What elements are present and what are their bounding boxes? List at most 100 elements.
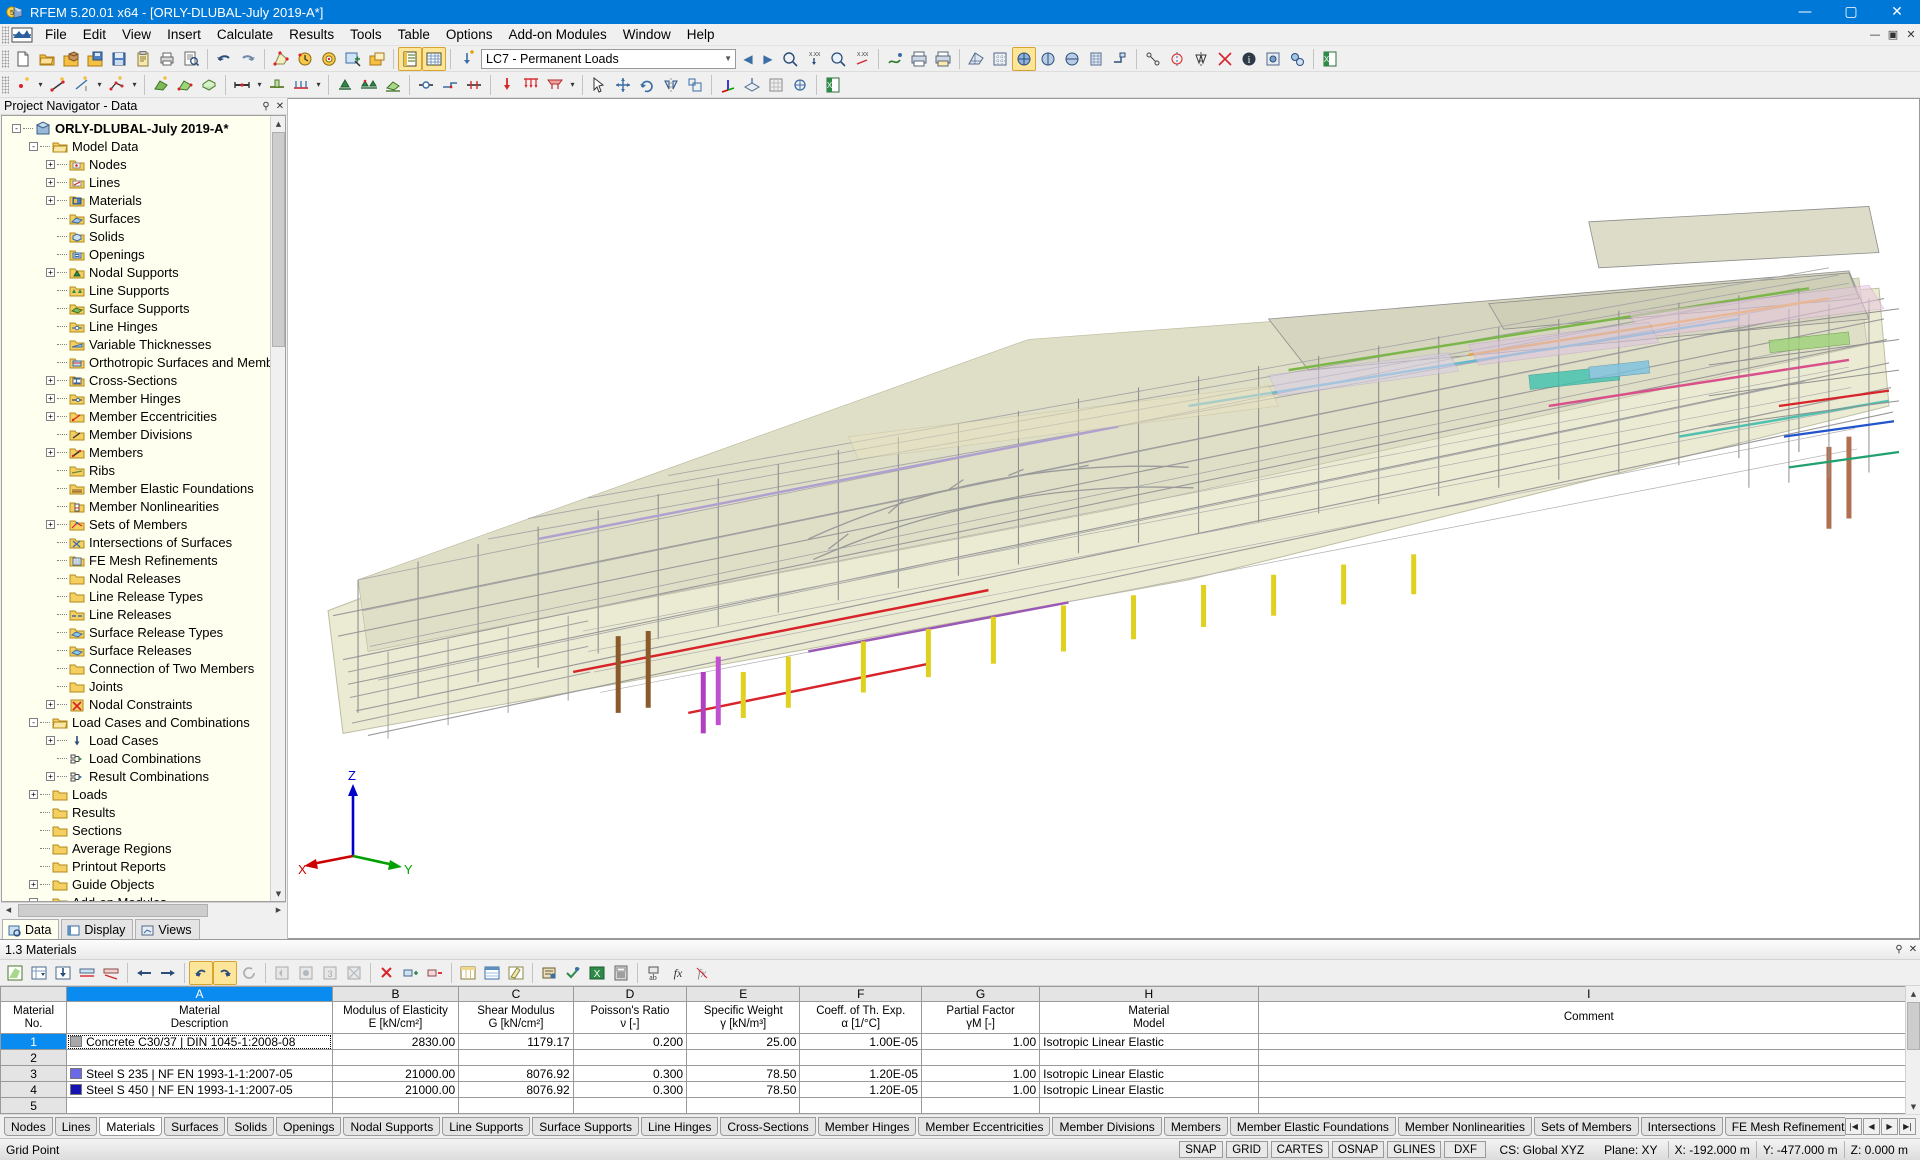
tree-item-add-on-modules[interactable]: - Add-on Modules [4,893,285,901]
previous-load-case-button[interactable]: ◀ [738,47,758,71]
row-number-cell[interactable]: 3 [0,1065,68,1082]
column-letter-A[interactable]: A [66,986,333,1002]
print-selection-icon[interactable] [931,47,955,71]
scroll-thumb[interactable] [272,132,285,347]
print-preview-icon[interactable] [179,47,203,71]
tree-expand-toggle[interactable]: + [46,159,55,169]
open-folder-icon[interactable] [35,47,59,71]
numeric-cell-E[interactable]: 21000.00 [331,1065,460,1082]
sheet-tab-intersections[interactable]: Intersections [1640,1117,1723,1136]
intersect-icon[interactable] [1213,47,1237,71]
grid-scroll-down-button[interactable]: ▼ [1906,1099,1920,1114]
tree-expand-toggle[interactable]: + [46,393,55,403]
delete-row-icon[interactable] [423,961,447,985]
visibility-icon[interactable] [1261,47,1285,71]
table-row-icon[interactable] [75,961,99,985]
menu-item-tools[interactable]: Tools [342,25,390,44]
zoom-surface-icon[interactable] [826,47,850,71]
h-scroll-thumb[interactable] [18,903,208,917]
mesh-grid-icon[interactable] [988,47,1012,71]
scroll-up-button[interactable]: ▲ [271,116,285,131]
cell-model[interactable] [1039,1049,1259,1066]
tree-item-nodes[interactable]: + Nodes [4,155,285,173]
next-icon[interactable]: 3 [318,961,342,985]
sheet-tab-sets-of-members[interactable]: Sets of Members [1533,1117,1639,1136]
tree-item-surfaces[interactable]: Surfaces [4,209,285,227]
column-letter-rownum[interactable] [0,986,68,1002]
check-icon[interactable] [561,961,585,985]
work-plane-icon[interactable] [740,73,764,97]
navigator-tab-data[interactable]: Data [2,919,60,939]
tree-item-nodal-constraints[interactable]: + Nodal Constraints [4,695,285,713]
menu-item-edit[interactable]: Edit [75,25,114,44]
tree-item-ribs[interactable]: Ribs [4,461,285,479]
new-node-dropdown[interactable]: ▾ [35,73,46,97]
undo-icon[interactable] [212,47,236,71]
cell-comment[interactable] [1257,1081,1920,1098]
tree-item-nodal-releases[interactable]: Nodal Releases [4,569,285,587]
tree-item-model-data[interactable]: - Model Data [4,137,285,155]
sheet-tab-nodes[interactable]: Nodes [4,1117,53,1136]
table-row[interactable]: 5 [0,1097,1920,1114]
sheet-first-button[interactable]: |◀ [1845,1118,1862,1135]
new-load-dropdown[interactable]: ▾ [567,73,578,97]
navigator-tree-container[interactable]: - ORLY-DLUBAL-July 2019-A* - Model Data + Nod… [1,115,286,902]
menu-item-calculate[interactable]: Calculate [209,25,281,44]
new-window-icon[interactable] [365,47,389,71]
calculate-icon[interactable] [1012,46,1036,71]
numeric-cell-E[interactable] [331,1097,460,1114]
sheet-tab-member-hinges[interactable]: Member Hinges [817,1117,917,1136]
delete-all-icon[interactable] [375,961,399,985]
numeric-cell-gammaM[interactable]: 1.00 [921,1081,1041,1098]
first-icon[interactable] [270,961,294,985]
info-icon[interactable]: i [1237,47,1261,71]
tree-item-surface-release-types[interactable]: Surface Release Types [4,623,285,641]
numeric-cell-gamma[interactable]: 25.00 [686,1033,801,1050]
numeric-cell-gammaM[interactable] [921,1097,1041,1114]
table-close-icon[interactable]: ✕ [1906,942,1920,958]
new-surface-node-icon[interactable] [173,73,197,97]
grid-icon[interactable] [480,961,504,985]
edit-cell-icon[interactable] [504,961,528,985]
column-letter-B[interactable]: B [331,986,460,1002]
undo-icon[interactable] [189,960,213,985]
ab-icon[interactable]: ab [642,961,666,985]
last-icon[interactable] [342,961,366,985]
tree-item-orly-dlubal-july-2019-a[interactable]: - ORLY-DLUBAL-July 2019-A* [4,119,285,137]
select-objects-icon[interactable] [587,73,611,97]
deformation-icon[interactable] [317,47,341,71]
menu-item-table[interactable]: Table [390,25,438,44]
tree-item-surface-releases[interactable]: Surface Releases [4,641,285,659]
new-dimension-icon[interactable]: I [70,73,94,97]
tree-expand-toggle[interactable]: + [46,519,55,529]
model-viewport[interactable]: Z X Y [288,98,1920,939]
mdi-restore-button[interactable]: ▣ [1884,26,1902,44]
grid-settings-icon[interactable] [764,73,788,97]
new-rib-icon[interactable] [265,73,289,97]
tree-expand-toggle[interactable]: + [29,789,38,799]
numeric-cell-alpha[interactable]: 1.00E-05 [799,1033,923,1050]
calculator-icon[interactable] [609,961,633,985]
sheet-tab-lines[interactable]: Lines [54,1117,98,1136]
grid-scroll-thumb[interactable] [1907,1002,1920,1050]
tree-item-joints[interactable]: Joints [4,677,285,695]
close-button[interactable]: ✕ [1874,0,1920,24]
tree-item-connection-of-two-members[interactable]: Connection of Two Members [4,659,285,677]
numeric-cell-gammaM[interactable]: 1.00 [921,1033,1041,1050]
cell-comment[interactable] [1257,1097,1920,1114]
columns-icon[interactable] [456,961,480,985]
maximize-button[interactable]: ▢ [1828,0,1874,24]
numeric-cell-nu[interactable]: 0.200 [572,1033,688,1050]
material-color-swatch[interactable] [70,1083,83,1095]
prev-icon[interactable] [294,961,318,985]
tree-expand-toggle[interactable]: + [46,177,55,187]
tree-item-member-divisions[interactable]: Member Divisions [4,425,285,443]
column-letter-I[interactable]: I [1257,986,1920,1002]
new-eccentricity-icon[interactable] [438,73,462,97]
table-grid-icon[interactable] [422,46,446,71]
table-import-icon[interactable] [51,961,75,985]
sheet-tab-line-hinges[interactable]: Line Hinges [640,1117,719,1136]
tree-item-line-supports[interactable]: Line Supports [4,281,285,299]
insert-row-icon[interactable] [399,961,423,985]
menu-item-results[interactable]: Results [281,25,342,44]
